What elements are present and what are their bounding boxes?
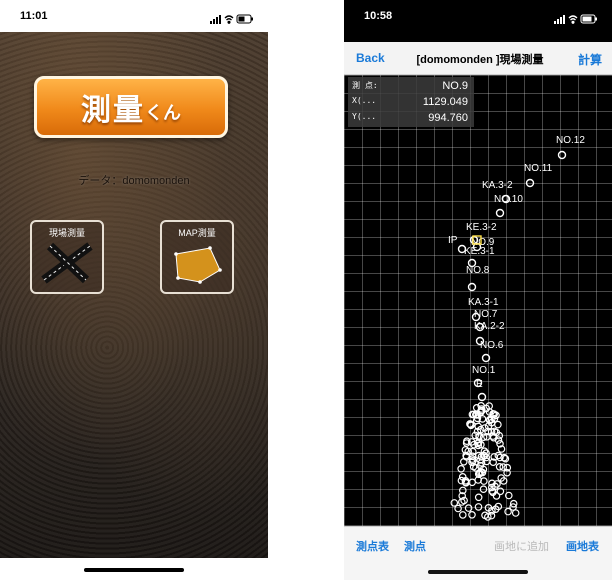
- survey-point-marker[interactable]: [468, 510, 476, 519]
- map-table-button[interactable]: 画地表: [566, 538, 599, 554]
- survey-point-label: KE.3-1: [464, 246, 495, 257]
- survey-point-marker[interactable]: [479, 485, 488, 494]
- field-survey-button[interactable]: 現場測量: [30, 220, 104, 294]
- survey-point-marker[interactable]: [467, 282, 477, 292]
- calculate-button[interactable]: 計算: [578, 51, 602, 68]
- app-logo-button[interactable]: 測量 くん: [34, 76, 228, 138]
- point-info-box: 測 点: NO.9 X(... 1129.049 Y(... 994.760: [348, 77, 474, 127]
- battery-icon: [236, 14, 253, 24]
- survey-point-label: NO.7: [474, 309, 498, 320]
- survey-point-label: KA.3-1: [468, 297, 499, 308]
- survey-point-marker[interactable]: [474, 503, 483, 511]
- survey-point-marker[interactable]: [474, 493, 483, 502]
- survey-point-marker[interactable]: [469, 447, 477, 456]
- bottom-toolbar: 測点表 測点 画地に追加 画地表: [344, 526, 612, 561]
- survey-point-marker[interactable]: [457, 464, 465, 473]
- status-icons: [210, 11, 254, 29]
- wifi-icon: [568, 15, 578, 24]
- page-title: [domomonden ]現場測量: [416, 54, 544, 66]
- map-survey-button[interactable]: MAP測量: [160, 220, 234, 294]
- signal-icon: [554, 15, 565, 24]
- survey-map[interactable]: NO.12 NO.11 KA.3-2 NO.10 IP KE.3-2 NO.9 KE.3-1 N…: [344, 75, 612, 526]
- right-phone-screen: 10:58 Back [domomonden ]現場測量 計算 NO.12 NO…: [344, 0, 612, 580]
- signal-icon: [210, 15, 221, 24]
- info-value: 1129.049: [422, 96, 468, 108]
- add-to-map-button[interactable]: 画地に追加: [494, 538, 549, 554]
- navigation-bar: Back [domomonden ]現場測量 計算: [344, 42, 612, 75]
- survey-point-label: KA.2-2: [474, 321, 505, 332]
- survey-points-layer[interactable]: NO.12 NO.11 KA.3-2 NO.10 IP KE.3-2 NO.9 KE.3-1 N…: [344, 75, 612, 526]
- info-row: Y(... 994.760: [352, 112, 468, 126]
- survey-point-label: NO.1: [472, 365, 496, 376]
- survey-point-label: KA.3-2: [482, 180, 513, 191]
- status-time: 10:58: [364, 10, 393, 22]
- info-key: Y(...: [352, 112, 377, 121]
- survey-point-marker[interactable]: [477, 392, 487, 402]
- data-name-label: データ：domomonden: [78, 175, 190, 187]
- crossroads-icon: [41, 242, 93, 284]
- survey-point-marker[interactable]: [557, 150, 567, 160]
- field-survey-label: 現場測量: [48, 228, 85, 238]
- survey-point-marker[interactable]: [460, 457, 468, 466]
- logo-sub-text: くん: [145, 103, 181, 123]
- survey-point-marker[interactable]: [450, 499, 459, 507]
- survey-point-label: NO.8: [466, 265, 490, 276]
- status-icons: [554, 11, 598, 29]
- info-value: NO.9: [442, 80, 468, 92]
- map-survey-label: MAP測量: [178, 228, 216, 238]
- logo-main-text: 測量: [81, 94, 145, 127]
- battery-icon: [580, 14, 597, 24]
- status-bar: 10:58: [344, 0, 612, 32]
- survey-point-label: NO.10: [494, 194, 523, 205]
- back-button[interactable]: Back: [356, 51, 385, 65]
- home-indicator: [84, 568, 184, 572]
- survey-point-label: NO.12: [556, 135, 585, 146]
- survey-point-label: NO.11: [524, 163, 553, 174]
- left-phone-screen: 11:01 測量 くん データ：domomonden 現場測量 MAP測量: [0, 0, 268, 580]
- survey-point-label: NO.6: [480, 340, 504, 351]
- info-value: 994.760: [428, 112, 468, 124]
- status-time: 11:01: [20, 10, 48, 22]
- survey-point-marker[interactable]: [525, 178, 535, 188]
- land-parcel-icon: [174, 246, 222, 284]
- home-indicator: [428, 570, 528, 574]
- survey-point-label: KE.3-2: [466, 222, 497, 233]
- survey-point-label: IP: [448, 235, 458, 246]
- info-row: 測 点: NO.9: [352, 80, 468, 94]
- survey-point-marker[interactable]: [481, 353, 491, 363]
- wifi-icon: [224, 15, 234, 24]
- points-table-button[interactable]: 測点表: [356, 538, 389, 554]
- info-key: 測 点:: [352, 81, 378, 90]
- survey-point-marker[interactable]: [487, 511, 496, 520]
- status-bar: 11:01: [0, 0, 268, 32]
- points-button[interactable]: 測点: [404, 538, 426, 554]
- survey-point-marker[interactable]: [459, 511, 467, 519]
- survey-point-label: E: [476, 379, 483, 390]
- survey-point-marker[interactable]: [495, 208, 505, 218]
- info-key: X(...: [352, 96, 377, 105]
- survey-point-marker[interactable]: [492, 492, 501, 500]
- info-row: X(... 1129.049: [352, 96, 468, 110]
- survey-point-marker[interactable]: [464, 504, 473, 512]
- survey-point-marker[interactable]: [505, 491, 513, 500]
